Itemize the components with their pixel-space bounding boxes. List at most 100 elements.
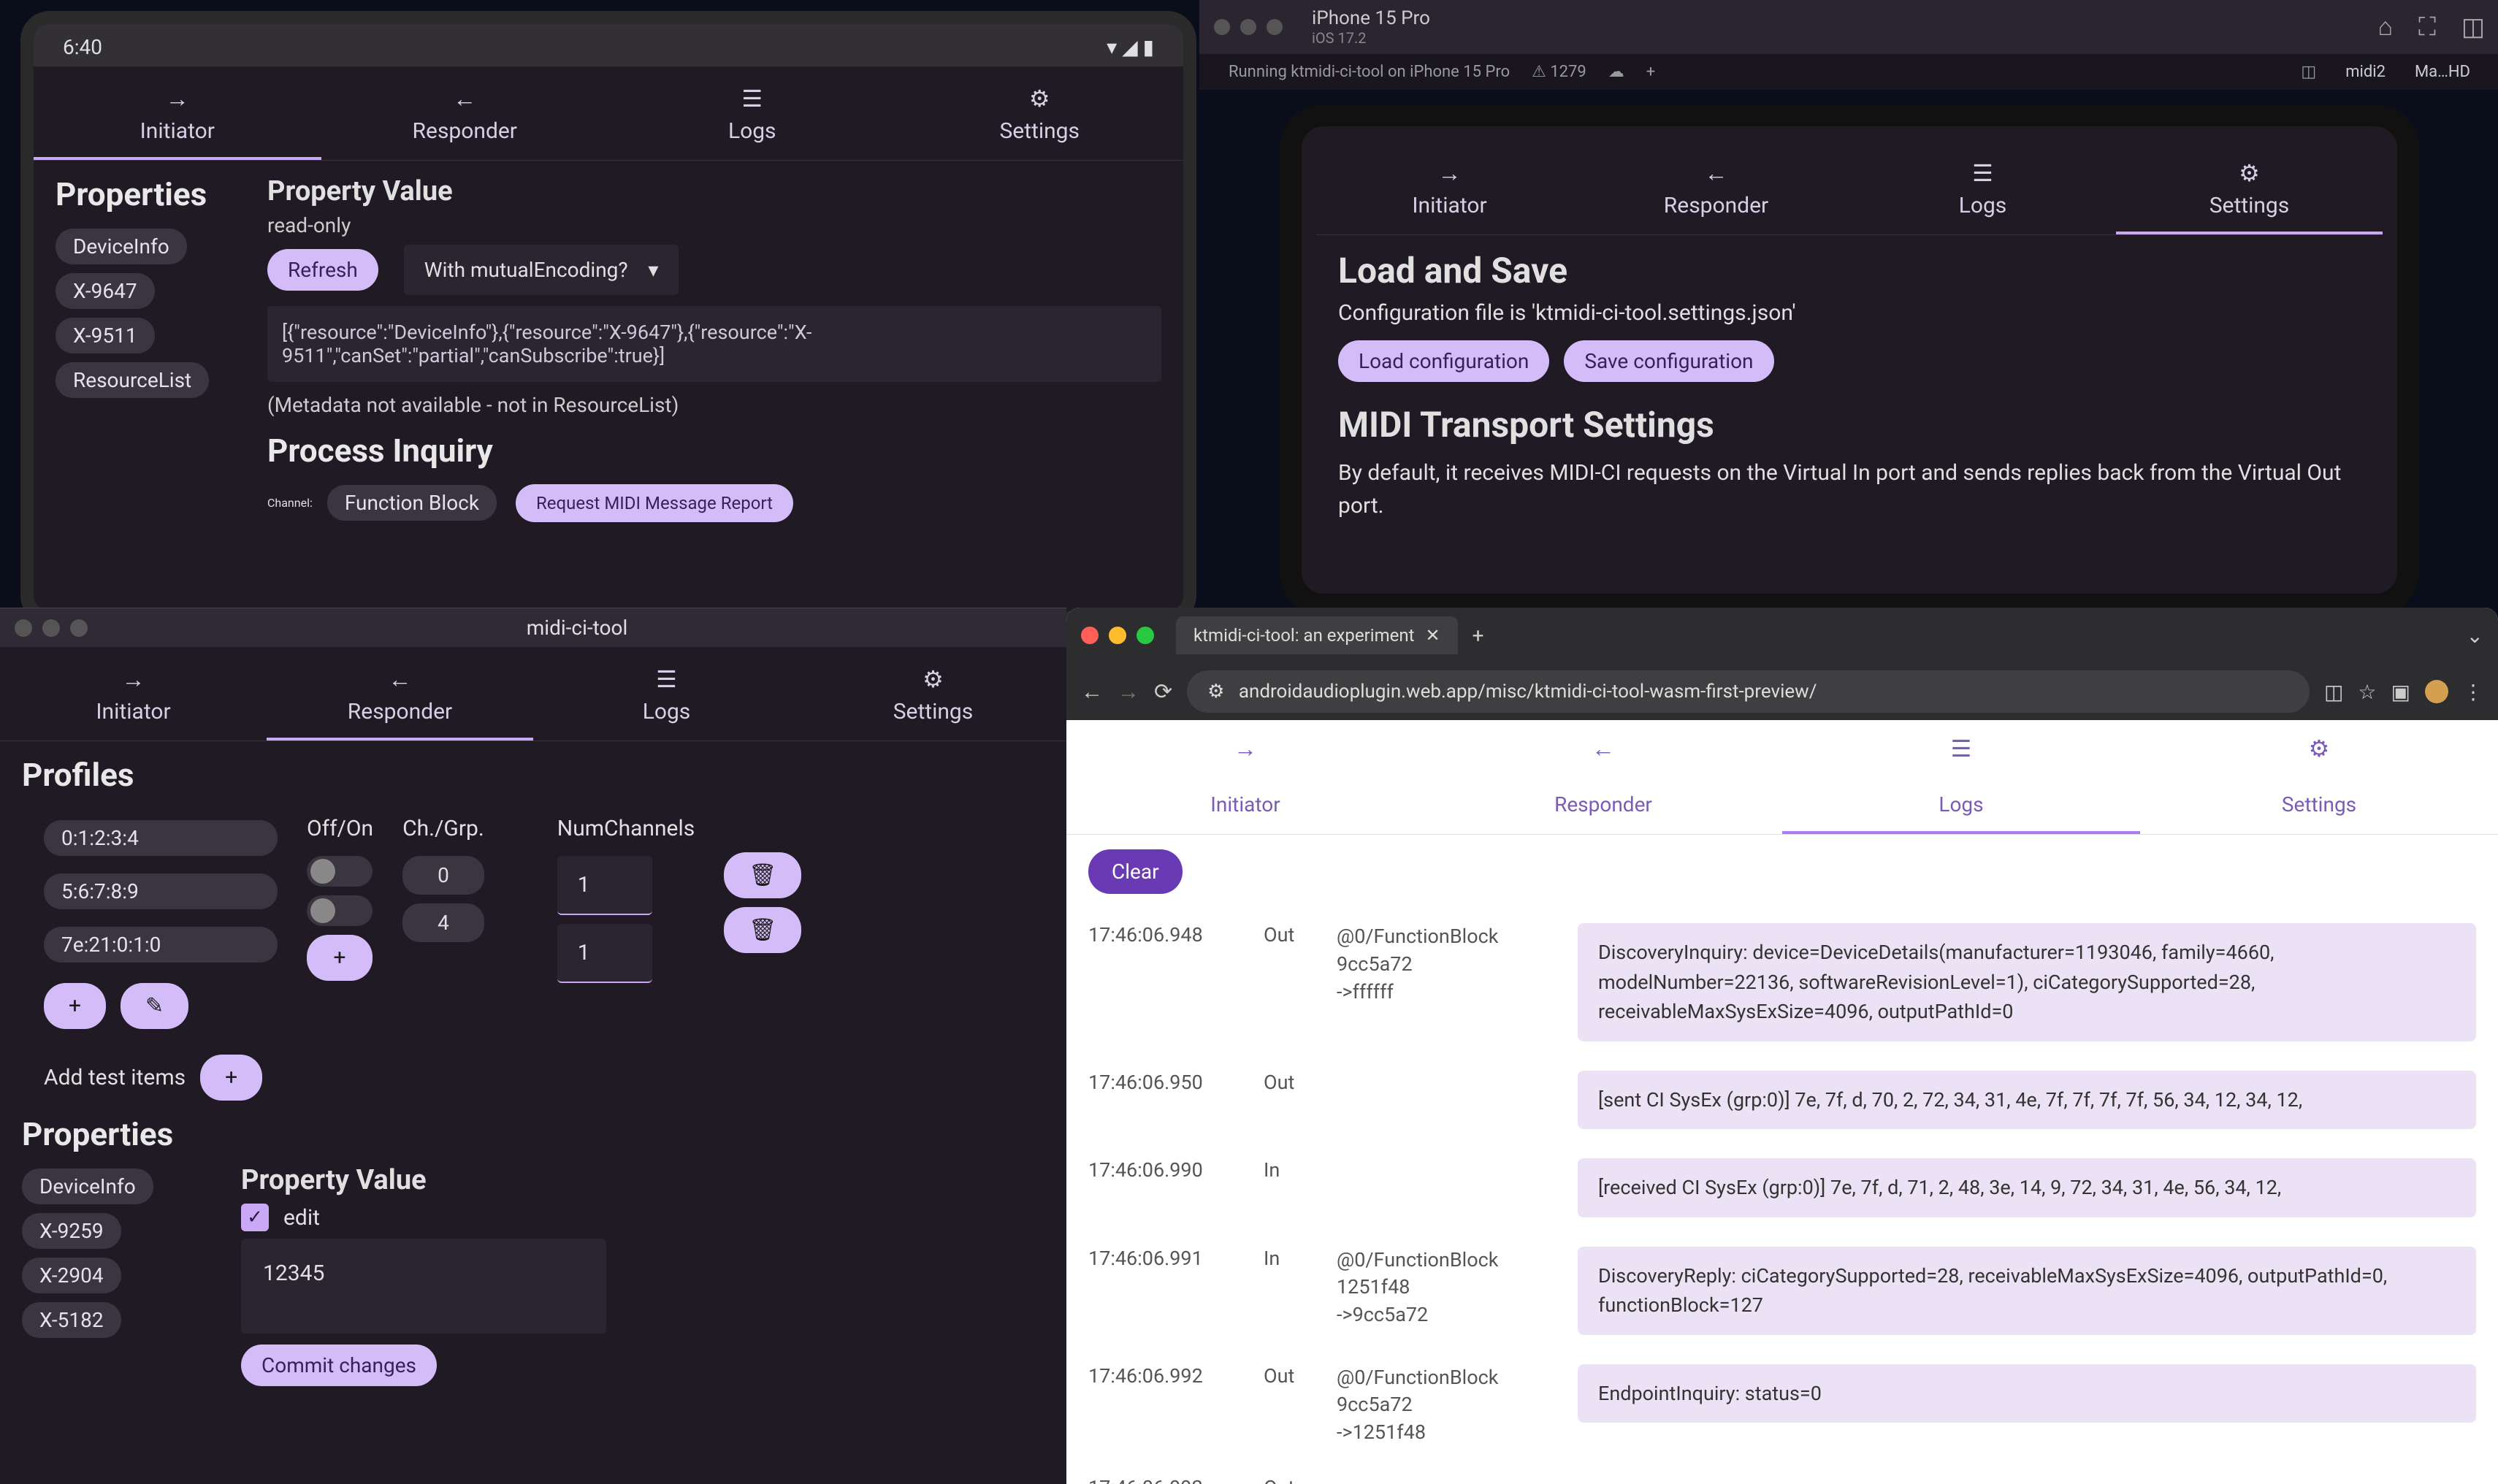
device-name: iPhone 15 Pro	[1312, 7, 1430, 29]
tab-settings[interactable]: ⚙Settings	[2140, 720, 2498, 834]
reading-list-icon[interactable]: ◫	[2324, 680, 2343, 704]
rotate-icon[interactable]: ◫	[2461, 12, 2485, 42]
commit-changes-button[interactable]: Commit changes	[241, 1345, 437, 1386]
toggle-1[interactable]	[307, 895, 373, 926]
forward-button[interactable]: →	[1118, 679, 1139, 705]
tab-logs[interactable]: ☰Logs	[533, 647, 800, 741]
tab-responder[interactable]: ←Responder	[267, 647, 533, 741]
chip2-x2904[interactable]: X-2904	[22, 1258, 121, 1293]
edit-profile-button[interactable]: ✎	[121, 983, 188, 1029]
tab-logs[interactable]: ☰Logs	[1849, 141, 2116, 234]
count-1[interactable]: 4	[402, 903, 484, 942]
profile-id-1[interactable]: 5:6:7:8:9	[44, 873, 278, 909]
tab-settings[interactable]: ⚙Settings	[2116, 141, 2383, 234]
delete-row-1[interactable]: 🗑	[724, 907, 801, 953]
tab-logs[interactable]: ☰Logs	[608, 66, 896, 160]
chevron-down-icon[interactable]: ⌄	[2467, 624, 2483, 648]
chip-resourcelist[interactable]: ResourceList	[56, 362, 209, 398]
numch-input-0[interactable]: 1	[557, 856, 652, 915]
log-message: [sent CI SysEx (grp:0)] 7e, 7f, d, 70, 2…	[1578, 1071, 2476, 1130]
arrow-left-icon: ←	[1424, 735, 1782, 762]
add-profile-button[interactable]: +	[44, 983, 106, 1029]
profile-avatar[interactable]	[2425, 680, 2448, 703]
tab-responder[interactable]: ←Responder	[1424, 720, 1782, 834]
load-config-button[interactable]: Load configuration	[1338, 340, 1549, 382]
arrow-left-icon: ←	[267, 665, 533, 693]
tab-initiator[interactable]: →Initiator	[0, 647, 267, 741]
add-test-button[interactable]: +	[200, 1055, 262, 1101]
panel-icon[interactable]: ◫	[2301, 63, 2316, 81]
log-time: 17:46:06.992	[1088, 1364, 1242, 1388]
profile-id-2[interactable]: 7e:21:0:1:0	[44, 927, 278, 963]
chip2-x5182[interactable]: X-5182	[22, 1302, 121, 1338]
numch-input-1[interactable]: 1	[557, 924, 652, 983]
log-message: DiscoveryReply: ciCategorySupported=28, …	[1578, 1247, 2476, 1335]
log-direction: Out	[1264, 1071, 1315, 1094]
midi-transport-text: By default, it receives MIDI-CI requests…	[1338, 456, 2361, 522]
log-row: 17:46:06.990In[received CI SysEx (grp:0)…	[1066, 1144, 2498, 1232]
property-text-input[interactable]: 12345	[241, 1239, 606, 1334]
side-panel-icon[interactable]: ▣	[2391, 680, 2410, 704]
screenshot-icon[interactable]: ⛶	[2418, 12, 2436, 42]
list-icon: ☰	[1849, 159, 2116, 187]
browser-traffic-lights[interactable]	[1081, 627, 1154, 644]
side-label-mahd[interactable]: Ma…HD	[2415, 63, 2470, 81]
chip-deviceinfo[interactable]: DeviceInfo	[56, 229, 187, 264]
log-row: 17:46:06.991In@0/FunctionBlock 1251f48 -…	[1066, 1232, 2498, 1350]
menu-icon[interactable]: ⋮	[2463, 680, 2483, 704]
add-toggle-button[interactable]: +	[307, 935, 373, 981]
tab-responder[interactable]: ←Responder	[1583, 141, 1849, 234]
delete-row-0[interactable]: 🗑	[724, 852, 801, 898]
chip2-x9259[interactable]: X-9259	[22, 1213, 121, 1249]
bookmark-icon[interactable]: ☆	[2358, 680, 2376, 704]
toggle-0[interactable]	[307, 856, 373, 887]
tab-initiator[interactable]: →Initiator	[1316, 141, 1583, 234]
chip-x9511[interactable]: X-9511	[56, 318, 155, 353]
warning-badge[interactable]: ⚠ 1279	[1532, 63, 1586, 81]
log-direction: Out	[1264, 923, 1315, 946]
close-tab-icon[interactable]: ✕	[1425, 625, 1440, 646]
channel-label: Channel:	[267, 496, 313, 510]
log-address: @0/FunctionBlock 1251f48 ->9cc5a72	[1337, 1247, 1556, 1329]
log-direction: Out	[1264, 1364, 1315, 1388]
save-config-button[interactable]: Save configuration	[1564, 340, 1773, 382]
midi-transport-title: MIDI Transport Settings	[1338, 404, 2361, 445]
sim-traffic-lights[interactable]	[1214, 19, 1283, 35]
tab-logs[interactable]: ☰Logs	[1782, 720, 2140, 834]
log-row: 17:46:06.948Out@0/FunctionBlock 9cc5a72 …	[1066, 909, 2498, 1056]
log-row: 17:46:06.992Out@0/FunctionBlock 9cc5a72 …	[1066, 1350, 2498, 1461]
encoding-select[interactable]: With mutualEncoding? ▾	[404, 245, 679, 295]
gear-icon: ⚙	[2140, 735, 2498, 762]
new-tab-button[interactable]: +	[1473, 624, 1484, 648]
function-block-chip[interactable]: Function Block	[327, 485, 497, 521]
android-status-bar: 6:40 ▾ ◢ ▮	[34, 24, 1183, 66]
log-time: 17:46:06.948	[1088, 923, 1242, 946]
tab-responder[interactable]: ←Responder	[321, 66, 609, 160]
edit-checkbox[interactable]: ✓	[241, 1204, 269, 1231]
back-button[interactable]: ←	[1081, 679, 1103, 705]
count-0[interactable]: 0	[402, 856, 484, 895]
profile-id-0[interactable]: 0:1:2:3:4	[44, 820, 278, 856]
address-bar[interactable]: ⚙ androidaudioplugin.web.app/misc/ktmidi…	[1187, 670, 2310, 713]
chip2-deviceinfo[interactable]: DeviceInfo	[22, 1169, 153, 1204]
property-value-textarea[interactable]: [{"resource":"DeviceInfo"},{"resource":"…	[267, 306, 1161, 382]
request-midi-report-button[interactable]: Request MIDI Message Report	[516, 484, 793, 522]
chip-x9647[interactable]: X-9647	[56, 273, 155, 309]
tab-settings[interactable]: ⚙Settings	[896, 66, 1184, 160]
reload-button[interactable]: ⟳	[1154, 679, 1172, 705]
tab-initiator[interactable]: →Initiator	[1066, 720, 1424, 834]
clear-button[interactable]: Clear	[1088, 849, 1183, 894]
plus-icon[interactable]: +	[1646, 63, 1655, 81]
refresh-button[interactable]: Refresh	[267, 249, 378, 291]
home-icon[interactable]: ⌂	[2378, 12, 2394, 42]
arrow-right-icon: →	[34, 85, 321, 112]
traffic-lights[interactable]	[15, 619, 88, 637]
cloud-icon[interactable]: ☁	[1608, 63, 1624, 81]
tab-initiator[interactable]: →Initiator	[34, 66, 321, 160]
arrow-right-icon: →	[0, 665, 267, 693]
log-direction: In	[1264, 1247, 1315, 1270]
tab-settings[interactable]: ⚙Settings	[800, 647, 1066, 741]
browser-tab[interactable]: ktmidi-ci-tool: an experiment ✕	[1176, 616, 1458, 654]
side-label-midi2[interactable]: midi2	[2345, 63, 2386, 81]
browser-window: ktmidi-ci-tool: an experiment ✕ + ⌄ ← → …	[1066, 608, 2498, 1484]
